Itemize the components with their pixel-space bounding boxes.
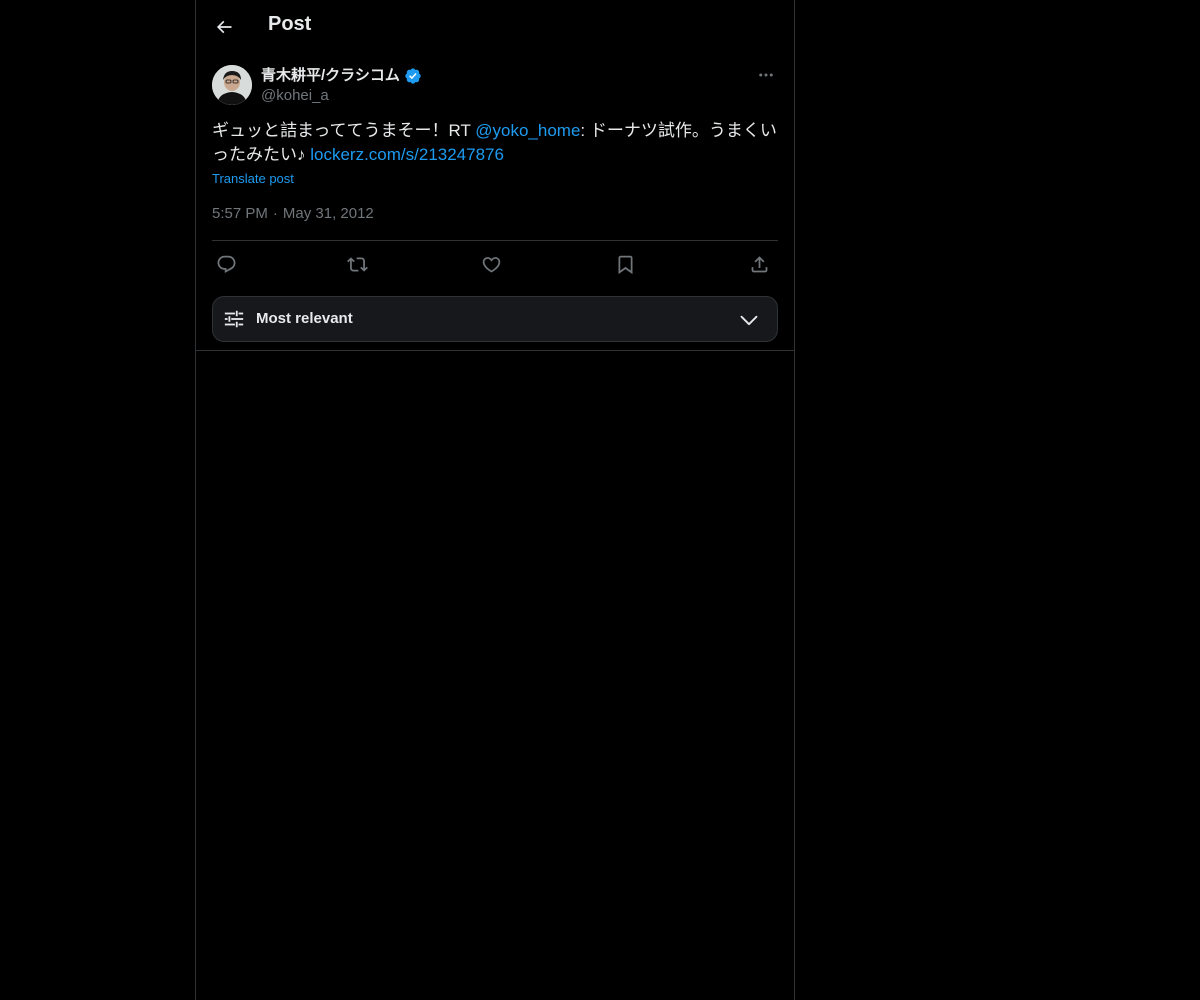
chevron-down-icon — [740, 315, 758, 326]
section-divider — [196, 350, 794, 351]
divider — [212, 240, 778, 241]
sort-replies-dropdown[interactable]: Most relevant — [212, 296, 778, 342]
avatar-image — [212, 65, 252, 105]
sliders-icon — [224, 310, 244, 328]
post-text-part1: ギュッと詰まっててうまそー！RT — [212, 121, 476, 140]
post-metadata: 5:57 PM · May 31, 2012 — [212, 204, 374, 224]
display-name-row: 青木耕平/クラシコム — [261, 66, 422, 86]
share-icon — [751, 255, 767, 272]
post-time[interactable]: 5:57 PM — [212, 205, 268, 222]
reply-button[interactable] — [212, 250, 240, 278]
user-handle[interactable]: @kohei_a — [261, 86, 329, 106]
verified-badge-icon — [405, 68, 421, 84]
repost-icon — [346, 256, 368, 272]
back-button[interactable] — [207, 10, 241, 44]
post-date[interactable]: May 31, 2012 — [283, 205, 374, 222]
reply-icon — [217, 255, 235, 273]
mention-link[interactable]: @yoko_home — [475, 121, 580, 140]
main-column: Post 青木耕平/クラシコム @kohei_a ギュッと詰まっててうまそー！R… — [195, 0, 795, 1000]
arrow-left-icon — [216, 20, 232, 34]
like-button[interactable] — [477, 250, 505, 278]
avatar[interactable] — [212, 65, 252, 105]
page-header: Post — [196, 0, 794, 54]
more-horizontal-icon — [759, 73, 773, 77]
share-button[interactable] — [745, 250, 773, 278]
more-options-button[interactable] — [754, 64, 778, 86]
url-link[interactable]: lockerz.com/s/213247876 — [310, 145, 504, 164]
translate-post-link[interactable]: Translate post — [212, 171, 294, 186]
meta-separator: · — [272, 205, 278, 222]
display-name[interactable]: 青木耕平/クラシコム — [261, 66, 400, 86]
page-title: Post — [268, 13, 312, 35]
sort-label: Most relevant — [256, 310, 353, 327]
bookmark-button[interactable] — [611, 250, 639, 278]
heart-icon — [482, 256, 500, 273]
repost-button[interactable] — [343, 250, 371, 278]
bookmark-icon — [618, 255, 632, 274]
post-author: 青木耕平/クラシコム @kohei_a — [212, 64, 778, 106]
action-bar — [212, 250, 778, 278]
post-text: ギュッと詰まっててうまそー！RT @yoko_home: ドーナツ試作。うまくい… — [212, 119, 778, 167]
